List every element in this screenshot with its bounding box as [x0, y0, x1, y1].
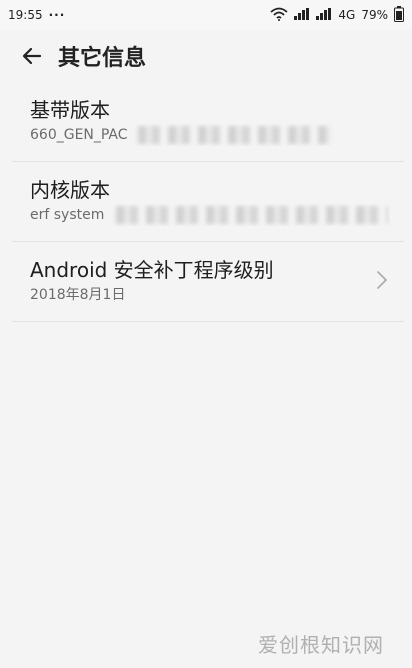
- wifi-icon: [270, 7, 288, 24]
- status-more-dots: ···: [48, 8, 66, 22]
- status-right: 4G 79%: [270, 5, 404, 25]
- list-item-title: 基带版本: [30, 98, 110, 122]
- network-type: 4G: [338, 8, 356, 22]
- redacted-blur: [138, 126, 330, 144]
- divider: [12, 321, 404, 322]
- list-item-security-patch-level[interactable]: Android 安全补丁程序级别 2018年8月1日: [0, 242, 412, 322]
- status-bar: 19:55 ··· 4G 79%: [0, 0, 412, 30]
- redacted-blur: [116, 206, 388, 224]
- battery-percent: 79%: [361, 8, 388, 22]
- signal-strength-icon-1: [294, 7, 310, 23]
- arrow-left-icon: [22, 47, 42, 65]
- top-bar: 其它信息: [0, 30, 412, 82]
- chevron-right-icon: [377, 271, 387, 289]
- list-item-kernel-version[interactable]: 内核版本 erf system: [0, 162, 412, 242]
- status-left: 19:55 ···: [8, 8, 65, 22]
- status-time: 19:55: [8, 8, 43, 22]
- battery-icon: [394, 5, 404, 25]
- watermark-text: 爱创根知识网: [258, 633, 384, 657]
- list-item-title: 内核版本: [30, 178, 110, 202]
- list-item-baseband-version[interactable]: 基带版本 660_GEN_PAC: [0, 82, 412, 162]
- list-item-subtitle: erf system: [30, 204, 390, 226]
- back-button[interactable]: [18, 42, 46, 70]
- signal-strength-icon-2: [316, 7, 332, 23]
- list-item-subtitle: 660_GEN_PAC: [30, 124, 390, 146]
- info-list: 基带版本 660_GEN_PAC 内核版本 erf system Android…: [0, 82, 412, 322]
- list-item-title: Android 安全补丁程序级别: [30, 258, 274, 282]
- list-item-subtitle: 2018年8月1日: [30, 287, 126, 303]
- page-title: 其它信息: [58, 46, 147, 71]
